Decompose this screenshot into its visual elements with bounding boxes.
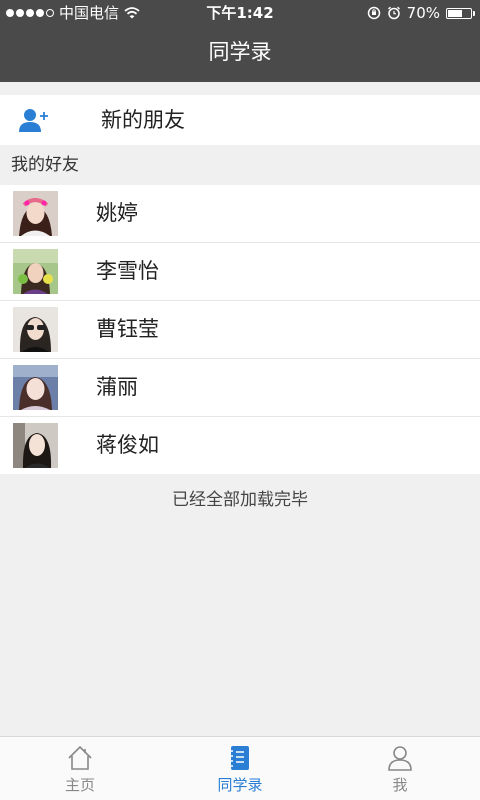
tab-bar: 主页 同学录 我 xyxy=(0,736,480,800)
avatar xyxy=(13,423,58,468)
friend-name: 蒋俊如 xyxy=(96,433,159,457)
friend-name: 李雪怡 xyxy=(96,259,159,283)
tab-contacts[interactable]: 同学录 xyxy=(160,737,320,800)
my-friends-section-header: 我的好友 xyxy=(0,145,480,185)
tab-home[interactable]: 主页 xyxy=(0,737,160,800)
friend-row[interactable]: 蒲丽 xyxy=(0,359,480,417)
top-bar: 中国电信 下午1:42 70% 同学录 xyxy=(0,0,480,82)
home-icon xyxy=(68,745,92,770)
section-title: 我的好友 xyxy=(11,155,79,175)
friend-list: 姚婷 李雪怡 曹钰莹 蒲丽 蒋俊如 xyxy=(0,185,480,474)
friend-row[interactable]: 姚婷 xyxy=(0,185,480,243)
friend-row[interactable]: 蒋俊如 xyxy=(0,417,480,474)
contacts-book-icon xyxy=(230,746,249,770)
alarm-icon xyxy=(387,6,400,20)
add-user-icon xyxy=(19,109,48,132)
page-title: 同学录 xyxy=(208,40,272,64)
load-complete-text: 已经全部加载完毕 xyxy=(172,490,308,510)
new-friends-row[interactable]: 新的朋友 xyxy=(0,95,480,145)
avatar xyxy=(13,191,58,236)
friend-name: 曹钰莹 xyxy=(96,317,159,341)
friend-row[interactable]: 李雪怡 xyxy=(0,243,480,301)
profile-icon xyxy=(388,746,412,771)
rotation-lock-icon xyxy=(367,6,380,20)
new-friends-label: 新的朋友 xyxy=(101,108,185,132)
avatar xyxy=(13,307,58,352)
battery-icon xyxy=(446,7,475,19)
friend-row[interactable]: 曹钰莹 xyxy=(0,301,480,359)
status-bar: 中国电信 下午1:42 70% xyxy=(0,0,480,26)
tab-me[interactable]: 我 xyxy=(320,737,480,800)
tab-home-label: 主页 xyxy=(64,776,95,794)
friend-name: 蒲丽 xyxy=(96,375,138,399)
tab-me-label: 我 xyxy=(392,776,408,794)
friend-name: 姚婷 xyxy=(96,201,138,225)
avatar xyxy=(13,249,58,294)
avatar xyxy=(13,365,58,410)
battery-percent: 70% xyxy=(406,4,440,22)
tab-contacts-label: 同学录 xyxy=(217,776,263,794)
